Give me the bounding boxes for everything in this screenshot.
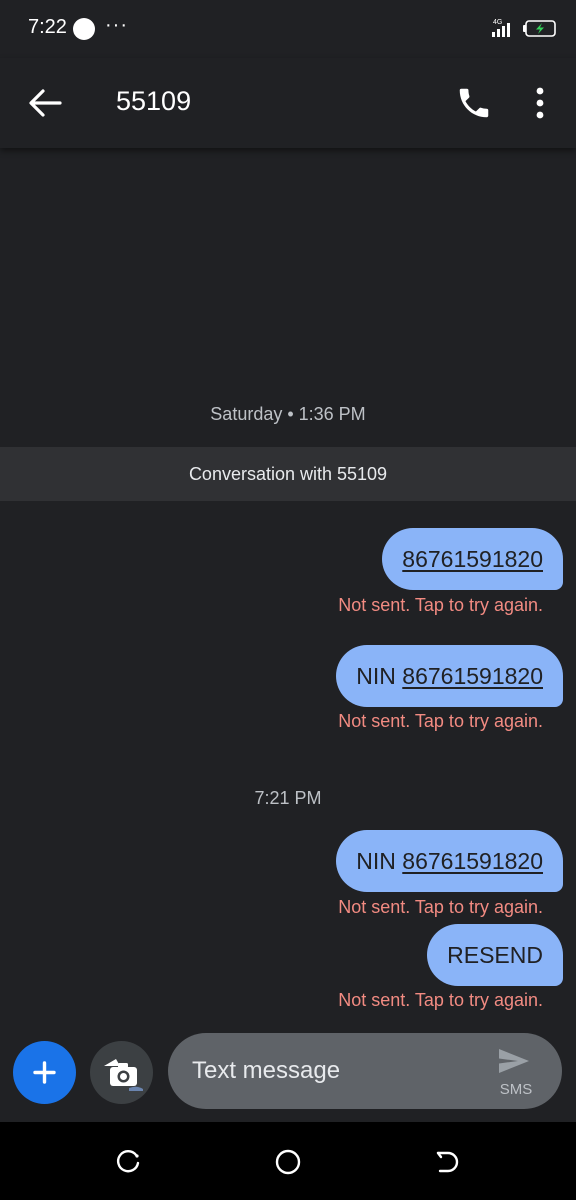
network-type: 4G xyxy=(493,19,502,26)
message-prefix: NIN xyxy=(356,848,403,874)
phone-icon[interactable] xyxy=(455,84,493,122)
more-notifications-icon: ··· xyxy=(105,14,128,36)
home-icon[interactable] xyxy=(272,1146,304,1178)
message-number-link[interactable]: 86761591820 xyxy=(402,848,543,874)
message-input-placeholder: Text message xyxy=(192,1057,341,1084)
conversation-title: 55109 xyxy=(116,86,192,116)
date-divider: Saturday • 1:36 PM xyxy=(210,404,366,424)
message-number-link[interactable]: 86761591820 xyxy=(402,546,543,572)
message-bubble[interactable]: NIN 86761591820 xyxy=(336,830,563,892)
add-attachment-button[interactable] xyxy=(13,1041,76,1104)
messages-screen: 7:22 ··· 4G 55109 Saturday • 1:36 PM Con… xyxy=(0,0,576,1200)
message-text: RESEND xyxy=(447,942,543,968)
not-sent-error[interactable]: Not sent. Tap to try again. xyxy=(338,595,543,616)
signal-icon: 4G xyxy=(492,19,510,37)
conversation-banner-text: Conversation with 55109 xyxy=(188,464,388,484)
conversation-banner: Conversation with 55109 xyxy=(0,447,576,501)
message-number-link[interactable]: 86761591820 xyxy=(402,663,543,689)
app-bar: 55109 xyxy=(0,58,576,148)
camera-gallery-button[interactable] xyxy=(90,1041,153,1104)
message-input[interactable]: Text message SMS xyxy=(168,1033,562,1109)
camera-icon xyxy=(104,1059,143,1091)
battery-charging-icon xyxy=(523,20,556,37)
back-arrow-icon[interactable] xyxy=(26,86,64,120)
status-bar: 7:22 ··· 4G xyxy=(0,0,576,58)
message-bubble[interactable]: NIN 86761591820 xyxy=(336,645,563,707)
system-nav-bar xyxy=(0,1122,576,1200)
notification-dot-icon xyxy=(73,18,95,40)
send-icon xyxy=(499,1049,529,1073)
not-sent-error[interactable]: Not sent. Tap to try again. xyxy=(338,990,543,1011)
message-prefix: NIN xyxy=(356,663,403,689)
status-time: 7:22 xyxy=(28,16,67,38)
time-divider: 7:21 PM xyxy=(254,788,322,808)
not-sent-error[interactable]: Not sent. Tap to try again. xyxy=(338,897,543,918)
back-nav-icon[interactable] xyxy=(432,1146,464,1178)
recents-icon[interactable] xyxy=(112,1146,144,1178)
send-sms-button[interactable]: SMS xyxy=(486,1045,542,1101)
more-vert-icon[interactable] xyxy=(525,84,555,122)
sms-label: SMS xyxy=(499,1081,533,1098)
plus-icon xyxy=(33,1061,56,1084)
message-bubble[interactable]: RESEND xyxy=(427,924,563,986)
message-bubble[interactable]: 86761591820 xyxy=(382,528,563,590)
not-sent-error[interactable]: Not sent. Tap to try again. xyxy=(338,711,543,732)
